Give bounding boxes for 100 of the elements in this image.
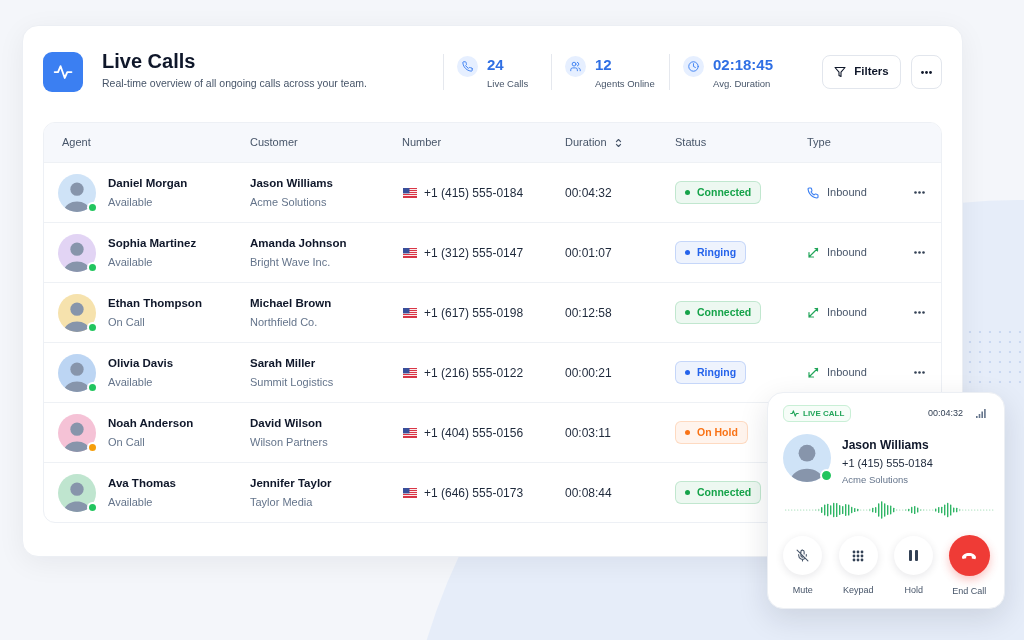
button-label: End Call: [952, 585, 987, 598]
customer-name: Jason Williams: [250, 176, 333, 191]
agent-name: Olivia Davis: [108, 356, 174, 371]
call-type: Inbound: [827, 305, 867, 321]
avatar-icon: [58, 233, 96, 272]
stat-value: 02:18:45: [713, 56, 774, 74]
dot-grid-drawing: [968, 330, 1022, 384]
company-name: Acme Solutions: [250, 195, 327, 209]
users-icon: [565, 56, 586, 77]
avatar-icon: [58, 353, 96, 392]
phone-number: +1 (617) 555-0198: [424, 304, 524, 322]
call-duration: 00:04:32: [565, 184, 612, 202]
phone-number: +1 (646) 555-0173: [424, 484, 524, 502]
column-header: Customer: [250, 135, 298, 151]
column-header: Status: [675, 135, 707, 151]
avatar-icon: [58, 293, 96, 332]
more-options-button[interactable]: [911, 55, 942, 89]
status-label: Ringing: [697, 364, 737, 380]
diagonal-arrows-icon: [807, 246, 819, 259]
phone-handset-icon: [961, 551, 978, 560]
caller-company: Acme Solutions: [842, 473, 908, 486]
call-duration: 00:12:58: [565, 304, 612, 322]
phone-icon: [807, 186, 819, 199]
funnel-icon: [834, 66, 847, 78]
customer-name: Sarah Miller: [250, 356, 316, 371]
column-header: Type: [807, 135, 831, 151]
company-name: Northfield Co.: [250, 315, 318, 329]
call-duration: 00:01:07: [565, 244, 612, 262]
call-type: Inbound: [827, 185, 867, 201]
status-label: Connected: [697, 484, 752, 500]
phone-number: +1 (404) 555-0156: [424, 424, 524, 442]
customer-name: Michael Brown: [250, 296, 332, 311]
stat-value: 24: [487, 56, 504, 74]
flag-icon: [403, 487, 417, 498]
live-call-label: LIVE CALL: [803, 407, 845, 420]
more-icon: [921, 70, 932, 74]
flag-icon: [403, 247, 417, 258]
status-label: On Hold: [697, 424, 738, 440]
avatar-icon: [58, 473, 96, 512]
phone-number: +1 (415) 555-0184: [424, 184, 524, 202]
flag-icon: [403, 187, 417, 198]
stat-value: 12: [595, 56, 612, 74]
call-type: Inbound: [827, 365, 867, 381]
agent-status: Available: [108, 255, 153, 269]
company-name: Taylor Media: [250, 495, 313, 509]
signal-bars-icon: [976, 409, 986, 418]
agent-name: Noah Anderson: [108, 416, 194, 431]
keypad-button[interactable]: [838, 536, 878, 575]
end-call-button[interactable]: [948, 535, 990, 576]
flag-icon: [403, 307, 417, 318]
phone-number: +1 (216) 555-0122: [424, 364, 524, 382]
agent-status: Available: [108, 195, 153, 209]
status-label: Connected: [697, 184, 752, 200]
avatar-icon: [58, 413, 96, 452]
more-icon: [913, 311, 925, 314]
pulse-icon: [790, 409, 799, 418]
agent-name: Ethan Thompson: [108, 296, 202, 311]
microphone-off-icon: [796, 549, 810, 562]
pulse-icon: [43, 52, 83, 92]
column-header: Agent: [62, 135, 91, 151]
phone-number: +1 (312) 555-0147: [424, 244, 524, 262]
customer-name: Jennifer Taylor: [250, 476, 332, 491]
stat-label: Live Calls: [487, 78, 529, 90]
clock-icon: [683, 56, 704, 77]
caller-number: +1 (415) 555-0184: [842, 456, 933, 470]
customer-name: Amanda Johnson: [250, 236, 347, 251]
status-label: Connected: [697, 304, 752, 320]
diagonal-arrows-icon: [807, 366, 819, 379]
button-label: Mute: [792, 584, 813, 597]
hold-button[interactable]: [894, 536, 934, 575]
column-header: Number: [402, 135, 442, 151]
company-name: Wilson Partners: [250, 435, 328, 449]
diagonal-arrows-icon: [807, 306, 819, 319]
company-name: Summit Logistics: [250, 375, 334, 389]
avatar-icon: [783, 434, 831, 482]
column-header: Duration: [565, 135, 607, 151]
agent-status: Available: [108, 375, 153, 389]
pause-icon: [909, 550, 919, 561]
mute-button[interactable]: [783, 536, 823, 575]
caller-name: Jason Williams: [842, 437, 929, 453]
customer-name: David Wilson: [250, 416, 323, 431]
more-icon: [913, 251, 925, 254]
phone-icon: [457, 56, 478, 77]
stat-label: Agents Online: [595, 78, 655, 90]
agent-name: Daniel Morgan: [108, 176, 188, 191]
call-duration: 00:00:21: [565, 364, 612, 382]
more-icon: [913, 191, 925, 194]
button-label: Keypad: [843, 584, 874, 597]
more-icon: [913, 371, 925, 374]
stat-label: Avg. Duration: [713, 78, 771, 90]
avatar-icon: [58, 173, 96, 212]
call-timer: 00:04:32: [927, 406, 963, 420]
keypad-icon: [852, 549, 865, 562]
agent-status: Available: [108, 495, 153, 509]
filters-button[interactable]: Filters: [822, 55, 901, 89]
sort-icon[interactable]: [614, 137, 622, 148]
call-duration: 00:08:44: [565, 484, 612, 502]
agent-status: On Call: [108, 435, 145, 449]
page-subtitle: Real-time overview of all ongoing calls across your team.: [102, 75, 367, 90]
status-label: Ringing: [697, 244, 737, 260]
